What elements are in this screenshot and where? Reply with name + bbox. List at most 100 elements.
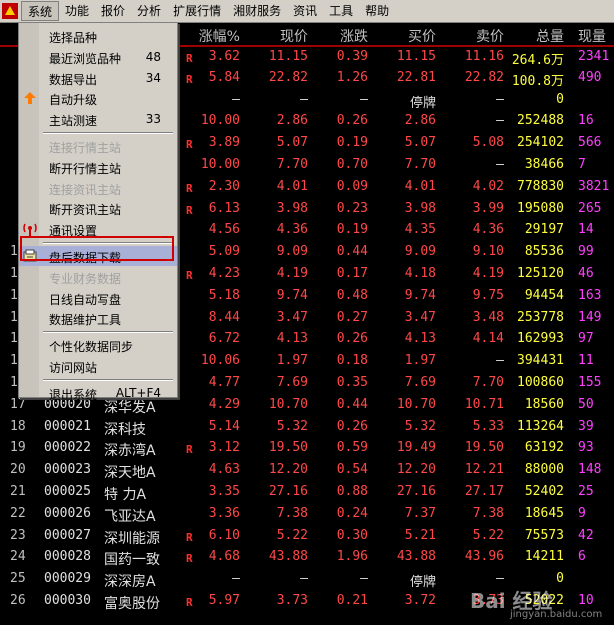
cell-cur: 155 <box>578 375 602 390</box>
table-row[interactable]: 22 000026 飞亚达A 3.36 7.38 0.24 7.37 7.38 18645 9 <box>0 504 614 525</box>
menu-item-shortcut: 34 <box>145 70 161 85</box>
cell-price: 7.38 <box>276 505 308 521</box>
cell-chg: 3.35 <box>208 484 240 499</box>
cell-bid: 4.18 <box>404 266 436 281</box>
menu-system[interactable]: 系统 <box>21 1 60 21</box>
menu-quote[interactable]: 报价 <box>95 1 131 21</box>
table-row[interactable]: 19 000022 深赤湾A R 3.12 19.50 0.59 19.49 19.50 6319… <box>0 438 614 459</box>
cell-diff: — <box>360 571 368 587</box>
cell-chg: 2.30 <box>208 178 240 194</box>
menu-item-label: 访问网站 <box>49 361 98 375</box>
menu-item[interactable]: 断开行情主站 <box>19 157 177 177</box>
table-row[interactable]: 23 000027 深圳能源 R 6.10 5.22 0.30 5.21 5.22 75573 42 <box>0 526 614 547</box>
menu-item-label: 自动升级 <box>49 93 98 108</box>
cell-bid: 5.21 <box>404 527 436 543</box>
cell-cur: 10 <box>578 593 594 608</box>
header-change-pct[interactable]: 涨幅% <box>190 26 240 46</box>
cell-vol: 88000 <box>524 462 564 478</box>
cell-price: 22.82 <box>268 69 308 85</box>
cell-price: 4.19 <box>276 266 308 281</box>
menu-item[interactable]: 自动升级 <box>19 88 177 108</box>
cell-idx: 18 <box>10 418 26 434</box>
menu-item[interactable]: 访问网站 <box>19 356 177 376</box>
cell-name: 国药一致 <box>104 552 160 569</box>
menu-tools[interactable]: 工具 <box>323 1 359 21</box>
menu-item-label: 退出系统 <box>49 387 98 402</box>
cell-code: 000023 <box>44 462 91 478</box>
cell-cur: 148 <box>578 462 602 478</box>
cell-ask: 3.48 <box>472 309 504 325</box>
menu-item[interactable]: 选择品种 <box>19 26 177 46</box>
menu-item[interactable]: 退出系统 ALT+F4 <box>19 383 177 403</box>
cell-diff: 0.48 <box>336 287 368 303</box>
cell-bid: 停牌 <box>409 575 436 591</box>
cell-chg: 6.10 <box>208 527 240 543</box>
cell-chg: 10.00 <box>200 113 240 129</box>
header-volume[interactable]: 总量 <box>506 26 564 46</box>
header-ask[interactable]: 卖价 <box>446 26 504 46</box>
cell-cur: 42 <box>578 527 594 543</box>
menu-item: 连接资讯主站 <box>19 178 177 198</box>
cell-chg: 5.14 <box>208 418 240 434</box>
cell-idx: 24 <box>10 549 26 565</box>
menu-analysis[interactable]: 分析 <box>131 1 167 21</box>
header-price[interactable]: 现价 <box>250 26 308 46</box>
cell-cur: 99 <box>578 244 594 260</box>
menu-item-label: 断开资讯主站 <box>49 203 122 218</box>
cell-bid: 27.16 <box>396 484 436 499</box>
cell-idx: 23 <box>10 527 26 543</box>
cell-ask: 4.02 <box>472 178 504 194</box>
app-logo-icon <box>2 3 18 19</box>
table-row[interactable]: 24 000028 国药一致 R 4.68 43.88 1.96 43.88 43.96 1421… <box>0 547 614 568</box>
menu-item-label: 最近浏览品种 <box>49 51 122 66</box>
menu-separator <box>43 331 173 334</box>
cell-ask: 4.19 <box>472 266 504 281</box>
cell-diff: 0.23 <box>336 200 368 216</box>
table-row[interactable]: 18 000021 深科技 5.14 5.32 0.26 5.32 5.33 113264 39 <box>0 417 614 438</box>
header-bid[interactable]: 买价 <box>378 26 436 46</box>
menu-item[interactable]: 个性化数据同步 <box>19 335 177 355</box>
menu-item[interactable]: 最近浏览品种 48 <box>19 47 177 67</box>
cell-chg: 6.13 <box>208 200 240 216</box>
menu-item[interactable]: 日线自动写盘 <box>19 288 177 308</box>
cell-idx: 21 <box>10 484 26 499</box>
cell-diff: — <box>360 91 368 107</box>
menu-item: 专业财务数据 <box>19 267 177 287</box>
cell-ask: 5.22 <box>472 527 504 543</box>
menu-news[interactable]: 资讯 <box>287 1 323 21</box>
cell-diff: 0.18 <box>336 353 368 369</box>
cell-chg: 3.89 <box>208 135 240 151</box>
header-current-volume[interactable]: 现量 <box>578 26 614 46</box>
menu-item[interactable]: 数据导出 34 <box>19 68 177 88</box>
cell-cur: 25 <box>578 484 594 499</box>
cell-diff: 0.88 <box>336 484 368 499</box>
cell-price: 3.98 <box>276 200 308 216</box>
cell-cur: 46 <box>578 266 594 281</box>
cell-price: 43.88 <box>268 549 308 565</box>
cell-price: 9.74 <box>276 287 308 303</box>
cell-diff: 0.39 <box>336 49 368 64</box>
menu-help[interactable]: 帮助 <box>359 1 395 21</box>
menu-item[interactable]: 数据维护工具 <box>19 308 177 328</box>
table-row[interactable]: 20 000023 深天地A 4.63 12.20 0.54 12.20 12.21 88000… <box>0 460 614 481</box>
menu-xiangcai-service[interactable]: 湘财服务 <box>227 1 287 21</box>
cell-vol: 38466 <box>524 157 564 172</box>
header-change[interactable]: 涨跌 <box>318 26 368 46</box>
table-row[interactable]: 21 000025 特 力A 3.35 27.16 0.88 27.16 27.17 52402… <box>0 482 614 503</box>
cell-bid: 3.72 <box>404 593 436 608</box>
cell-idx: 25 <box>10 571 26 587</box>
menu-item-label: 专业财务数据 <box>49 271 122 286</box>
cell-cur: 50 <box>578 396 594 412</box>
menu-function[interactable]: 功能 <box>59 1 95 21</box>
menu-item[interactable]: 主站测速 33 <box>19 109 177 129</box>
cell-bid: 7.69 <box>404 375 436 390</box>
cell-chg: 6.72 <box>208 331 240 347</box>
cell-chg: — <box>232 571 240 587</box>
menu-item-label: 数据维护工具 <box>49 313 122 328</box>
cell-price: 7.69 <box>276 375 308 390</box>
menu-extended-quote[interactable]: 扩展行情 <box>167 1 227 21</box>
cell-diff: 1.26 <box>336 69 368 85</box>
menu-item[interactable]: 断开资讯主站 <box>19 198 177 218</box>
cell-price: — <box>300 571 308 587</box>
cell-bid: 4.13 <box>404 331 436 347</box>
